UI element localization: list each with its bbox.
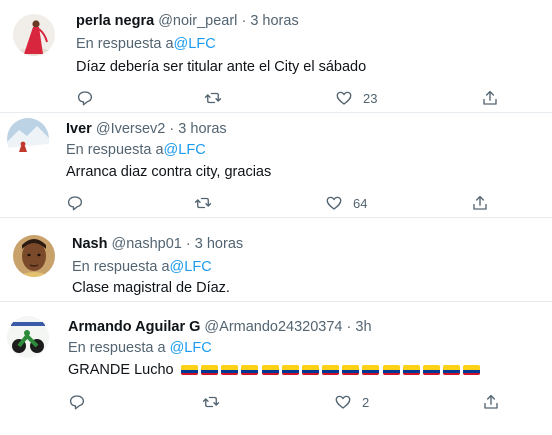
colombia-flag-icon [241, 365, 259, 375]
timestamp[interactable]: 3h [355, 319, 371, 335]
tweet-4[interactable]: Armando Aguilar G @Armando24320374 · 3h … [0, 302, 552, 435]
tweet-actions: 64 [66, 194, 496, 214]
reply-icon [69, 395, 85, 410]
tweet-text: Díaz debería ser titular ante el City el… [76, 59, 367, 75]
mention-link[interactable]: @LFC [164, 142, 206, 158]
retweet-icon [194, 197, 212, 209]
reply-context: En respuesta a@LFC [72, 258, 212, 276]
avatar-motorcycle-icon [7, 316, 49, 358]
user-handle[interactable]: @noir_pearl [158, 13, 237, 29]
avatar-portrait-icon [13, 235, 55, 277]
like-button[interactable]: 64 [325, 194, 367, 212]
share-button[interactable] [482, 393, 500, 411]
reply-prefix: En respuesta a [76, 36, 174, 52]
reply-context: En respuesta a@LFC [66, 141, 206, 159]
tweet-actions: 23 [76, 89, 506, 109]
tweet-header: Iver @Iversev2 · 3 horas [66, 120, 227, 138]
avatar-snow-mountain-icon [7, 118, 49, 160]
colombia-flag-icon [281, 365, 299, 375]
avatar[interactable] [13, 235, 55, 277]
separator-dot: · [185, 236, 191, 252]
retweet-button[interactable] [194, 194, 212, 212]
heart-icon [326, 196, 342, 210]
tweet-header: Armando Aguilar G @Armando24320374 · 3h [68, 318, 372, 336]
share-button[interactable] [481, 89, 499, 107]
colombia-flag-icon [301, 365, 319, 375]
separator-dot: · [241, 13, 247, 29]
mention-link[interactable]: @LFC [174, 36, 216, 52]
tweet-3[interactable]: Nash @nashp01 · 3 horas En respuesta a@L… [0, 218, 552, 301]
tweet-header: Nash @nashp01 · 3 horas [72, 235, 243, 253]
timestamp[interactable]: 3 horas [250, 13, 298, 29]
colombia-flag-icon [322, 365, 340, 375]
like-button[interactable]: 2 [334, 393, 369, 411]
user-handle[interactable]: @Armando24320374 [204, 319, 342, 335]
share-icon [473, 195, 487, 210]
tweet-actions: 2 [68, 393, 498, 413]
tweet-header: perla negra @noir_pearl · 3 horas [76, 12, 299, 30]
tweet-text: Arranca diaz contra city, gracias [66, 164, 272, 180]
timestamp[interactable]: 3 horas [178, 121, 226, 137]
tweet-text-content: GRANDE Lucho [68, 362, 174, 378]
colombia-flag-icon [200, 365, 218, 375]
reply-button[interactable] [76, 89, 94, 107]
colombia-flag-icon [463, 365, 481, 375]
share-icon [483, 90, 497, 105]
timestamp[interactable]: 3 horas [195, 236, 243, 252]
colombia-flag-icon [443, 365, 461, 375]
reply-prefix: En respuesta a [66, 142, 164, 158]
separator-dot: · [346, 319, 352, 335]
avatar[interactable] [7, 316, 49, 358]
retweet-icon [204, 92, 222, 104]
heart-icon [335, 395, 351, 409]
tweet-2[interactable]: Iver @Iversev2 · 3 horas En respuesta a@… [0, 113, 552, 217]
avatar[interactable] [13, 14, 55, 56]
colombia-flag-icon [180, 365, 198, 375]
retweet-button[interactable] [202, 393, 220, 411]
tweet-text: Clase magistral de Díaz. [72, 280, 230, 296]
reply-icon [67, 196, 83, 211]
reply-icon [77, 91, 93, 106]
avatar-red-dress-icon [13, 14, 55, 56]
tweet-1[interactable]: perla negra @noir_pearl · 3 horas En res… [0, 0, 552, 112]
colombia-flag-icon [402, 365, 420, 375]
display-name[interactable]: Iver [66, 121, 92, 137]
retweet-button[interactable] [204, 89, 222, 107]
reply-prefix: En respuesta a [68, 340, 166, 356]
user-handle[interactable]: @nashp01 [112, 236, 182, 252]
retweet-icon [202, 396, 220, 408]
heart-icon [336, 91, 352, 105]
tweet-text: GRANDE Lucho [68, 361, 481, 379]
display-name[interactable]: Armando Aguilar G [68, 319, 200, 335]
reply-feed: perla negra @noir_pearl · 3 horas En res… [0, 0, 552, 435]
colombia-flag-icon [342, 365, 360, 375]
share-icon [484, 394, 498, 409]
display-name[interactable]: perla negra [76, 13, 154, 29]
colombia-flag-icon [261, 365, 279, 375]
reply-context: En respuesta a @LFC [68, 339, 212, 357]
like-button[interactable]: 23 [335, 89, 377, 107]
colombia-flag-icon [362, 365, 380, 375]
avatar[interactable] [7, 118, 49, 160]
like-count: 64 [353, 195, 368, 211]
like-count: 23 [363, 90, 378, 106]
reply-prefix: En respuesta a [72, 259, 170, 275]
display-name[interactable]: Nash [72, 236, 107, 252]
separator-dot: · [169, 121, 175, 137]
colombia-flag-icon [382, 365, 400, 375]
reply-context: En respuesta a@LFC [76, 35, 216, 53]
colombia-flag-icon [221, 365, 239, 375]
mention-link[interactable]: @LFC [170, 259, 212, 275]
mention-link[interactable]: @LFC [170, 340, 212, 356]
user-handle[interactable]: @Iversev2 [96, 121, 166, 137]
flag-emoji-row [178, 362, 481, 378]
colombia-flag-icon [423, 365, 441, 375]
reply-button[interactable] [66, 194, 84, 212]
reply-button[interactable] [68, 393, 86, 411]
like-count: 2 [362, 394, 370, 410]
share-button[interactable] [471, 194, 489, 212]
